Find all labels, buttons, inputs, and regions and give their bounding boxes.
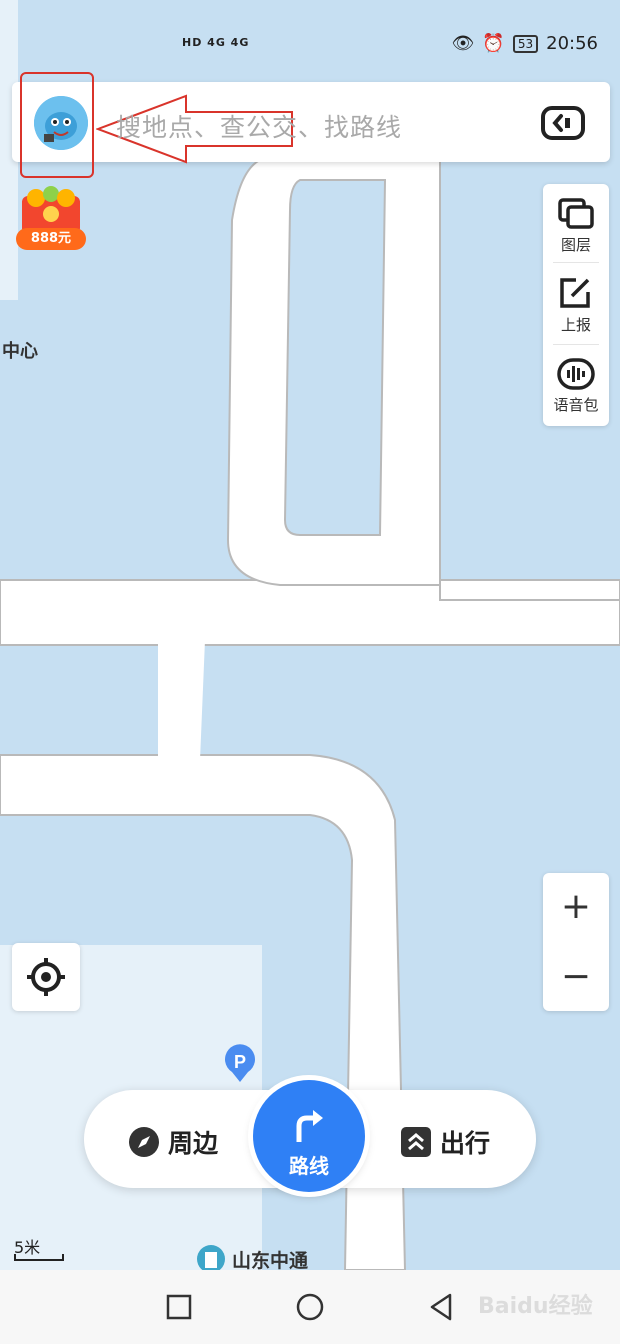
gift-icon	[22, 186, 80, 234]
avatar-highlight-box	[20, 72, 94, 178]
route-label: 路线	[289, 1154, 329, 1178]
alarm-icon: ⏰	[482, 33, 505, 54]
status-bar: HD 4G 4G 👁 ⏰ 53 20:56	[0, 0, 620, 80]
crosshair-icon	[27, 958, 65, 996]
divider	[553, 344, 599, 345]
turn-right-arrow-icon	[296, 1110, 323, 1142]
locate-button[interactable]	[12, 943, 80, 1011]
back-icon[interactable]	[426, 1292, 456, 1322]
eye-icon: 👁	[451, 33, 475, 54]
scan-button[interactable]	[541, 106, 585, 140]
zoom-control: + −	[543, 873, 609, 1011]
home-icon[interactable]	[295, 1292, 325, 1322]
promo-amount: 888元	[16, 228, 86, 250]
nearby-label: 周边	[168, 1129, 219, 1158]
travel-label: 出行	[440, 1129, 491, 1158]
map-tool-panel: 图层 上报 语音包	[543, 184, 609, 426]
zoom-in-button[interactable]: +	[543, 873, 609, 941]
status-time: 20:56	[546, 33, 598, 54]
watermark: Baidu经验	[478, 1294, 593, 1319]
voice-pack-label: 语音包	[553, 396, 599, 414]
route-button[interactable]: 路线	[253, 1080, 365, 1192]
voice-pack-button[interactable]: 语音包	[543, 358, 609, 415]
map-place-label: 中心	[2, 341, 38, 362]
edit-icon	[560, 278, 590, 308]
report-label: 上报	[560, 316, 591, 334]
scale-bar	[14, 1254, 64, 1261]
poi-name: 山东中通	[232, 1249, 309, 1272]
layers-label: 图层	[560, 236, 591, 254]
compass-icon	[129, 1127, 159, 1157]
battery-indicator: 53	[512, 34, 539, 53]
voice-wave-icon	[557, 358, 595, 390]
zoom-out-button[interactable]: −	[543, 943, 609, 1011]
nearby-button[interactable]: 周边	[128, 1124, 218, 1160]
red-packet-promo[interactable]: 888元	[16, 186, 86, 252]
divider	[553, 262, 599, 263]
svg-text:P: P	[234, 1052, 246, 1072]
status-right: 👁 ⏰ 53 20:56	[452, 33, 598, 54]
layers-button[interactable]: 图层	[543, 198, 609, 255]
travel-button[interactable]: 出行	[400, 1124, 490, 1160]
network-indicator: HD 4G 4G	[182, 36, 250, 49]
search-input[interactable]: 搜地点、查公交、找路线	[116, 108, 402, 144]
report-button[interactable]: 上报	[543, 276, 609, 335]
parking-pin-icon[interactable]: P	[222, 1044, 258, 1084]
recent-apps-icon[interactable]	[164, 1292, 194, 1322]
layers-icon	[558, 198, 594, 229]
scan-icon	[541, 106, 585, 140]
double-chevron-up-icon	[401, 1127, 431, 1157]
